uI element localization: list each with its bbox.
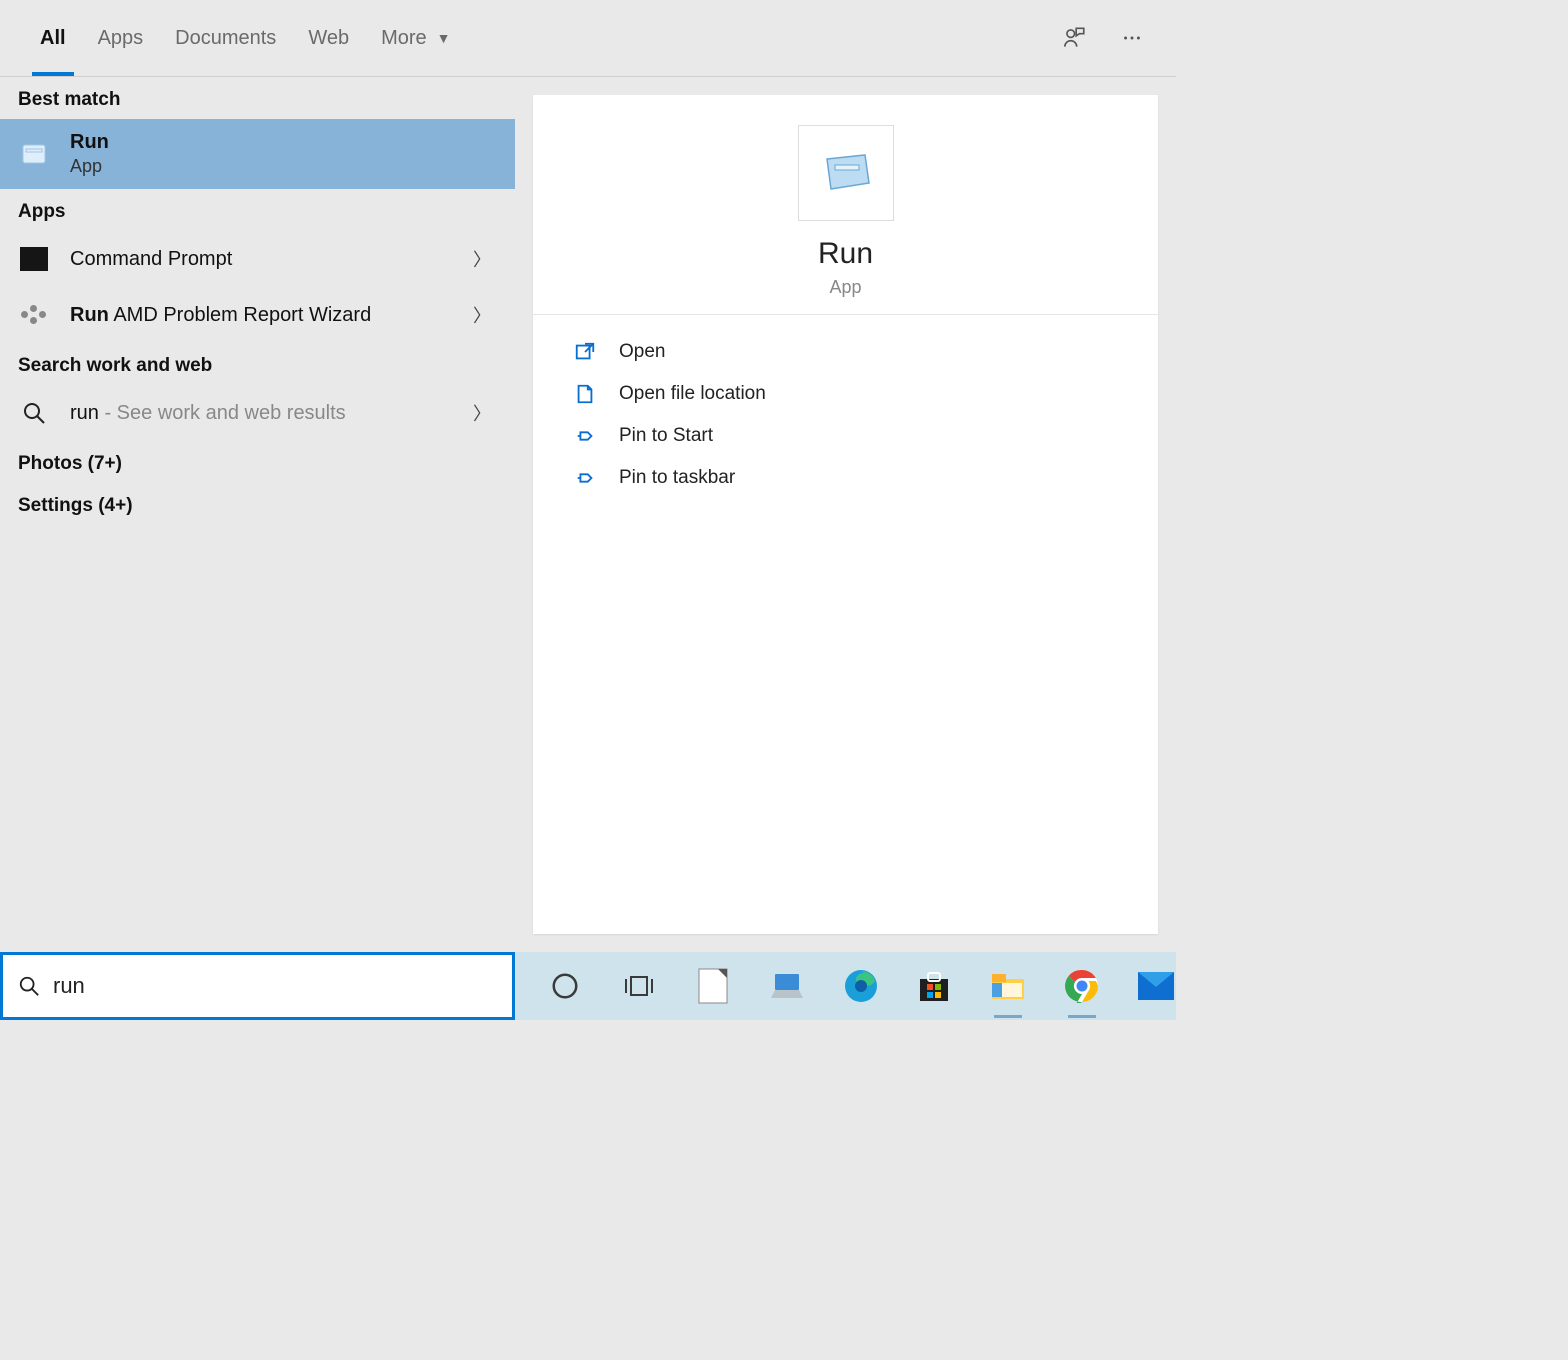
search-icon — [15, 975, 43, 997]
pin-icon — [567, 467, 603, 489]
result-subtitle: App — [70, 156, 497, 177]
section-settings[interactable]: Settings (4+) — [0, 483, 515, 525]
run-large-icon — [798, 125, 894, 221]
preview-title: Run — [533, 237, 1158, 271]
result-title: Command Prompt — [70, 248, 467, 271]
header-actions — [1054, 18, 1152, 58]
chevron-right-icon[interactable]: 〉 — [467, 302, 497, 328]
action-label: Open — [619, 341, 665, 363]
results-panel: Best match Run App Apps Command Prompt 〉… — [0, 77, 515, 952]
taskbar-libreoffice[interactable] — [693, 964, 733, 1008]
run-icon — [18, 138, 50, 170]
action-label: Pin to taskbar — [619, 467, 735, 489]
result-run-app[interactable]: Run App — [0, 119, 515, 189]
taskbar-store[interactable] — [914, 964, 954, 1008]
action-pin-to-taskbar[interactable]: Pin to taskbar — [533, 457, 1158, 499]
taskbar-mail[interactable] — [1136, 964, 1176, 1008]
result-run-amd-wizard[interactable]: Run AMD Problem Report Wizard 〉 — [0, 287, 515, 343]
taskbar-file-explorer[interactable] — [988, 964, 1028, 1008]
taskbar-task-view[interactable] — [619, 964, 659, 1008]
more-options-icon[interactable] — [1112, 18, 1152, 58]
taskbar-edge[interactable] — [841, 964, 881, 1008]
tab-apps[interactable]: Apps — [82, 0, 160, 76]
open-icon — [567, 341, 603, 363]
action-open-file-location[interactable]: Open file location — [533, 373, 1158, 415]
result-text: Command Prompt — [70, 248, 467, 271]
tab-web[interactable]: Web — [292, 0, 365, 76]
result-command-prompt[interactable]: Command Prompt 〉 — [0, 231, 515, 287]
section-search-work-web: Search work and web — [0, 343, 515, 385]
filter-tabs: All Apps Documents Web More ▼ — [24, 0, 467, 76]
taskbar-chrome[interactable] — [1062, 964, 1102, 1008]
action-label: Pin to Start — [619, 425, 713, 447]
tab-all[interactable]: All — [24, 0, 82, 76]
chevron-right-icon[interactable]: 〉 — [467, 246, 497, 272]
cmd-icon — [18, 243, 50, 275]
taskbar — [515, 952, 1176, 1020]
preview-panel: Run App Open Open file location Pin to S… — [533, 95, 1158, 934]
chevron-right-icon[interactable]: 〉 — [467, 400, 497, 426]
action-open[interactable]: Open — [533, 331, 1158, 373]
search-input[interactable] — [53, 973, 500, 999]
section-photos[interactable]: Photos (7+) — [0, 441, 515, 483]
result-text: Run AMD Problem Report Wizard — [70, 304, 467, 327]
taskbar-cortana[interactable] — [545, 964, 585, 1008]
taskbar-laptop[interactable] — [767, 964, 807, 1008]
result-web-run[interactable]: run - See work and web results 〉 — [0, 385, 515, 441]
section-apps: Apps — [0, 189, 515, 231]
feedback-icon[interactable] — [1054, 18, 1094, 58]
action-label: Open file location — [619, 383, 766, 405]
preview-subtitle: App — [533, 277, 1158, 298]
tab-more-label: More — [381, 27, 427, 50]
caret-down-icon: ▼ — [437, 30, 451, 46]
folder-icon — [567, 383, 603, 405]
pin-icon — [567, 425, 603, 447]
amd-icon — [18, 299, 50, 331]
tab-documents[interactable]: Documents — [159, 0, 292, 76]
preview-panel-wrapper: Run App Open Open file location Pin to S… — [515, 77, 1176, 952]
content-area: Best match Run App Apps Command Prompt 〉… — [0, 77, 1176, 952]
result-title: Run AMD Problem Report Wizard — [70, 304, 467, 327]
action-list: Open Open file location Pin to Start Pin… — [533, 315, 1158, 515]
filter-header: All Apps Documents Web More ▼ — [0, 0, 1176, 77]
search-icon — [18, 397, 50, 429]
search-bar[interactable] — [0, 952, 515, 1020]
action-pin-to-start[interactable]: Pin to Start — [533, 415, 1158, 457]
result-text: run - See work and web results — [70, 402, 467, 425]
result-title: run - See work and web results — [70, 402, 467, 425]
tab-more[interactable]: More ▼ — [365, 0, 466, 76]
result-title: Run — [70, 131, 497, 154]
result-text: Run App — [70, 131, 497, 177]
section-best-match: Best match — [0, 77, 515, 119]
preview-header: Run App — [533, 95, 1158, 315]
